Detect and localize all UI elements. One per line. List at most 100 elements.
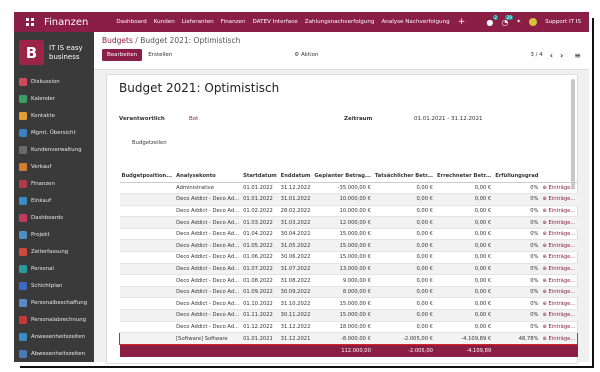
col-achievement[interactable]: Erfüllungsgrad	[493, 170, 541, 183]
top-menu-item[interactable]: Finanzen	[221, 19, 246, 25]
sidebar-item[interactable]: Diskussion	[14, 73, 94, 90]
table-row[interactable]: Deco Addict - Deco Ad... 01.05.2022 31.05.…	[119, 239, 578, 253]
cell-entries-action[interactable]: ⊕ Einträge...	[540, 332, 579, 345]
cell-entries-action[interactable]: ⊕ Einträge...	[540, 274, 578, 287]
cell-planned-amount: -35.000,00 €	[312, 182, 373, 195]
top-menu-item[interactable]: Kunden	[154, 19, 175, 25]
pager-value[interactable]: 3 / 4	[530, 52, 542, 58]
sidebar-item[interactable]: Projekt	[14, 226, 94, 243]
cell-budget-position	[119, 205, 175, 218]
sidebar-item[interactable]: Mgmt. Übersicht	[14, 124, 94, 141]
cell-achievement: 0%	[493, 239, 541, 253]
sidebar-item[interactable]: Kontakte	[14, 107, 94, 124]
chevron-right-icon[interactable]: ›	[560, 51, 563, 60]
cell-budget-position	[119, 263, 175, 276]
cell-entries-action[interactable]: ⊕ Einträge...	[540, 309, 578, 322]
cell-entries-action[interactable]: ⊕ Einträge...	[540, 228, 578, 241]
sidebar-item-label: Anwesenheitszeiten	[31, 333, 86, 340]
activity-icon[interactable]: ◔ 29	[501, 14, 514, 27]
top-menu-item[interactable]: Lieferanten	[182, 19, 214, 25]
entries-label: Einträge...	[548, 300, 576, 307]
top-menu-item[interactable]: Analyse Nachverfolgung	[381, 19, 449, 25]
sidebar-item-label: Abwesenheitszeiten	[31, 350, 86, 357]
table-row[interactable]: Deco Addict - Deco Ad... 01.07.2022 31.07.…	[119, 263, 578, 276]
sidebar-item[interactable]: Personalbeschaffung	[14, 294, 94, 311]
col-computed-amount[interactable]: Errechneter Betr...	[434, 170, 494, 183]
table-row[interactable]: Deco Addict - Deco Ad... 01.10.2022 31.10.…	[119, 297, 578, 311]
sidebar-item[interactable]: Zeiterfassung	[14, 243, 94, 260]
cell-entries-action[interactable]: ⊕ Einträge...	[540, 321, 578, 334]
table-row[interactable]: Deco Addict - Deco Ad... 01.01.2022 31.01.…	[119, 193, 578, 206]
cell-entries-action[interactable]: ⊕ Einträge...	[540, 205, 578, 218]
cell-planned-amount: 15.000,00 €	[312, 239, 373, 253]
chat-icon[interactable]: ● 2	[486, 14, 499, 27]
cell-entries-action[interactable]: ⊕ Einträge...	[540, 193, 578, 206]
table-row[interactable]: Administrative 01.01.2022 31.12.2022 -35.00…	[119, 182, 578, 195]
sidebar-item[interactable]: Schichtplan	[14, 277, 94, 294]
sidebar-item[interactable]: Kundenverwaltung	[14, 141, 94, 158]
sidebar-item-icon	[19, 111, 27, 120]
top-menu-item[interactable]: Dashboard	[116, 19, 146, 25]
cell-entries-action[interactable]: ⊕ Einträge...	[540, 251, 578, 264]
cell-achievement: 0%	[493, 205, 541, 218]
cell-entries-action[interactable]: ⊕ Einträge...	[540, 182, 578, 195]
breadcrumb-budgets[interactable]: Budgets	[102, 36, 133, 45]
table-row[interactable]: Deco Addict - Deco Ad... 01.08.2022 31.08.…	[119, 274, 578, 287]
col-end-date[interactable]: Enddatum	[278, 170, 313, 183]
table-row[interactable]: Deco Addict - Deco Ad... 01.06.2022 30.06.…	[119, 251, 578, 264]
table-row[interactable]: Deco Addict - Deco Ad... 01.11.2022 30.11.…	[119, 309, 578, 322]
cell-computed-amount: 0,00 €	[434, 263, 494, 276]
col-analytic-account[interactable]: Analysekonto	[174, 170, 242, 183]
table-row[interactable]: Deco Addict - Deco Ad... 01.03.2022 31.03.…	[119, 216, 578, 229]
cell-entries-action[interactable]: ⊕ Einträge...	[540, 286, 578, 299]
responsible-value[interactable]: Bot	[189, 116, 344, 122]
col-budget-position[interactable]: Budgetposition...	[119, 170, 175, 183]
sidebar-item-label: Kalender	[31, 95, 55, 102]
sidebar-item[interactable]: Personal	[14, 260, 94, 277]
cell-analytic-account: Deco Addict - Deco Ad...	[174, 286, 242, 299]
table-row[interactable]: [Software] Software 01.01.2021 31.12.2021-…	[119, 332, 579, 345]
sidebar-item[interactable]: Abwesenheitszeiten	[14, 345, 94, 362]
cell-start-date: 01.12.2022	[241, 321, 279, 334]
menu-icon[interactable]: ≡	[574, 51, 581, 60]
sidebar-item[interactable]: Verkauf	[14, 158, 94, 175]
table-row[interactable]: Deco Addict - Deco Ad... 01.04.2022 30.04.…	[119, 228, 578, 241]
cell-entries-action[interactable]: ⊕ Einträge...	[540, 297, 578, 311]
sidebar-item[interactable]: Einkauf	[14, 192, 94, 209]
edit-button[interactable]: Bearbeiten	[102, 49, 143, 61]
cell-entries-action[interactable]: ⊕ Einträge...	[540, 216, 578, 229]
top-menu-item[interactable]: DATEV Interface	[253, 19, 298, 25]
debug-icon[interactable]: ✦	[516, 19, 521, 25]
cell-start-date: 01.06.2022	[241, 251, 279, 264]
totals-row: 112.000,00 -2.005,00 -4.109,89	[119, 344, 578, 358]
sidebar-item[interactable]: Kalender	[14, 90, 94, 107]
entries-label: Einträge...	[548, 277, 576, 284]
create-button[interactable]: Erstellen	[148, 52, 172, 58]
col-start-date[interactable]: Startdatum	[241, 170, 279, 183]
cell-achievement: 0%	[493, 228, 541, 241]
sidebar-item[interactable]: Finanzen	[14, 175, 94, 192]
user-name[interactable]: Support IT IS	[545, 19, 581, 25]
col-actual-amount[interactable]: Tatsächlicher Betr...	[372, 170, 435, 183]
quick-create-icon[interactable]: +	[458, 17, 466, 27]
sidebar-item-label: Finanzen	[31, 180, 55, 187]
tab-budget-lines[interactable]: Budgetzeilen	[107, 122, 577, 146]
table-row[interactable]: Deco Addict - Deco Ad... 01.12.2022 31.12.…	[119, 321, 578, 334]
table-row[interactable]: Deco Addict - Deco Ad... 01.09.2022 30.09.…	[119, 286, 578, 299]
sidebar-item[interactable]: Anwesenheitszeiten	[14, 328, 94, 345]
sidebar-item-label: Einkauf	[31, 197, 51, 204]
chat-count: 2	[492, 14, 499, 20]
user-avatar[interactable]	[529, 18, 538, 26]
cell-achievement: 48,78%	[493, 332, 541, 345]
action-menu[interactable]: ⚙ Aktion	[294, 52, 318, 58]
chevron-left-icon[interactable]: ‹	[550, 51, 553, 60]
sidebar-item[interactable]: Personalabrechnung	[14, 311, 94, 328]
cell-entries-action[interactable]: ⊕ Einträge...	[540, 263, 578, 276]
col-planned-amount[interactable]: Geplanter Betrag...	[312, 170, 373, 183]
cell-entries-action[interactable]: ⊕ Einträge...	[540, 239, 578, 253]
table-row[interactable]: Deco Addict - Deco Ad... 01.02.2022 28.02.…	[119, 205, 578, 218]
sidebar-item[interactable]: Dashboards	[14, 209, 94, 226]
apps-grid-icon[interactable]	[22, 12, 38, 32]
sidebar-item-icon	[19, 77, 27, 86]
top-menu-item[interactable]: Zahlungsnachverfolgung	[305, 19, 375, 25]
